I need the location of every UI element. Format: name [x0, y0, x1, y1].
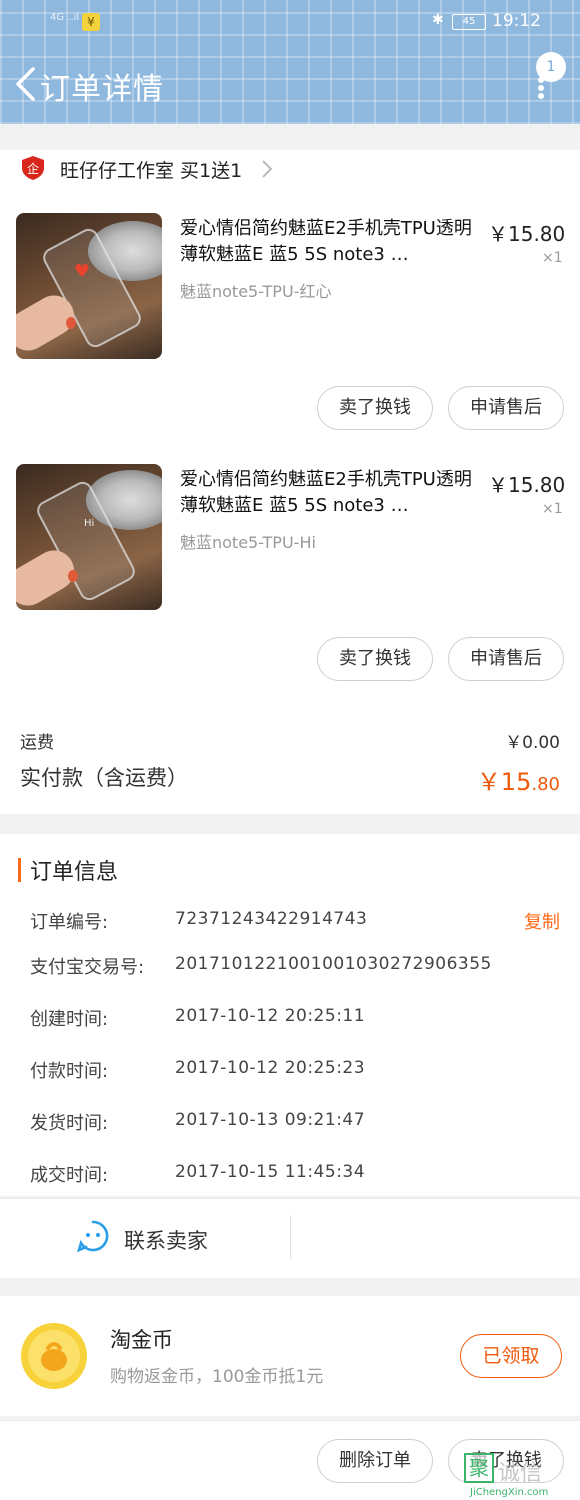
- shop-name[interactable]: 旺仔仔工作室 买1送1: [60, 156, 242, 183]
- created-time-value: 2017-10-12 20:25:11: [175, 1006, 366, 1026]
- fee-summary: 运费 ￥0.00 实付款（含运费） ￥15.80: [0, 704, 580, 814]
- shop-enterprise-icon: 企: [22, 156, 44, 180]
- product-price: ￥15.80: [488, 473, 566, 497]
- coin-description: 购物返金币，100金币抵1元: [110, 1367, 324, 1387]
- paid-label: 实付款（含运费）: [20, 766, 188, 790]
- alipay-trade-label: 支付宝交易号:: [30, 957, 145, 978]
- paid-amount: ￥15.80: [477, 762, 560, 797]
- more-vertical-icon[interactable]: [532, 74, 550, 102]
- product-quantity: ×1: [542, 250, 563, 266]
- product-list: ♥ 爱心情侣简约魅蓝E2手机壳TPU透明薄软魅蓝E 蓝5 5S note3 … …: [0, 188, 580, 704]
- sell-for-cash-button[interactable]: 卖了换钱: [317, 386, 433, 430]
- divider: [290, 1215, 291, 1259]
- shipping-label: 运费: [20, 733, 54, 753]
- contact-seller-button[interactable]: 联系卖家: [124, 1225, 208, 1255]
- coin-title: 淘金币: [110, 1328, 173, 1352]
- header: 4G ..ıl ¥ ✱ 45 19:12 订单详情 1: [0, 0, 580, 124]
- chevron-right-icon: [262, 160, 273, 178]
- after-sale-button[interactable]: 申请售后: [448, 637, 564, 681]
- product-title[interactable]: 爱心情侣简约魅蓝E2手机壳TPU透明薄软魅蓝E 蓝5 5S note3 …: [180, 216, 476, 268]
- bluetooth-icon: ✱: [432, 12, 444, 28]
- yen-notification-icon: ¥: [82, 13, 100, 31]
- status-time: 19:12: [492, 11, 541, 31]
- gold-coin-icon: [21, 1323, 87, 1389]
- product-sku: 魅蓝note5-TPU-红心: [180, 282, 332, 301]
- shop-row[interactable]: 企 旺仔仔工作室 买1送1: [0, 150, 580, 188]
- product-image[interactable]: Hi: [16, 464, 162, 610]
- product-price: ￥15.80: [488, 222, 566, 246]
- created-time-label: 创建时间:: [30, 1009, 109, 1030]
- product-quantity: ×1: [542, 501, 563, 517]
- chat-face-icon[interactable]: [76, 1219, 110, 1253]
- shipped-time-value: 2017-10-13 09:21:47: [175, 1110, 366, 1130]
- product-sku: 魅蓝note5-TPU-Hi: [180, 533, 316, 552]
- product-title[interactable]: 爱心情侣简约魅蓝E2手机壳TPU透明薄软魅蓝E 蓝5 5S note3 …: [180, 467, 476, 519]
- sell-for-cash-button[interactable]: 卖了换钱: [317, 637, 433, 681]
- order-number-value: 72371243422914743: [175, 909, 368, 929]
- page-title: 订单详情: [40, 72, 164, 107]
- shipping-value: ￥0.00: [505, 733, 560, 753]
- watermark-text: 诚信: [498, 1461, 543, 1486]
- signal-indicator: 4G ..ıl: [50, 12, 80, 23]
- taobao-coin-card: 淘金币 购物返金币，100金币抵1元 已领取: [0, 1296, 580, 1416]
- contact-seller-bar: 联系卖家: [0, 1198, 580, 1278]
- shipped-time-label: 发货时间:: [30, 1113, 109, 1134]
- order-number-label: 订单编号:: [30, 912, 109, 933]
- completed-time-label: 成交时间:: [30, 1165, 109, 1186]
- product-image[interactable]: ♥: [16, 213, 162, 359]
- watermark-logo-icon: 聚: [464, 1453, 494, 1483]
- bottom-action-bar: 删除订单 卖了换钱 聚 诚信 JiChengXin.com: [0, 1420, 580, 1500]
- claimed-button[interactable]: 已领取: [460, 1334, 562, 1378]
- section-title: 订单信息: [30, 860, 119, 885]
- svg-text:企: 企: [27, 161, 39, 176]
- delete-order-button[interactable]: 删除订单: [317, 1439, 433, 1483]
- status-bar: 4G ..ıl ¥ ✱ 45 19:12: [0, 0, 580, 44]
- section-accent-bar: [18, 858, 21, 882]
- after-sale-button[interactable]: 申请售后: [448, 386, 564, 430]
- battery-icon: 45: [452, 14, 486, 30]
- site-watermark: 聚 诚信 JiChengXin.com: [462, 1451, 578, 1500]
- back-arrow-icon[interactable]: [14, 66, 36, 102]
- paid-time-value: 2017-10-12 20:25:23: [175, 1058, 366, 1078]
- alipay-trade-value: 2017101221001001030272906355: [175, 954, 492, 974]
- paid-time-label: 付款时间:: [30, 1061, 109, 1082]
- copy-button[interactable]: 复制: [524, 908, 560, 934]
- completed-time-value: 2017-10-15 11:45:34: [175, 1162, 366, 1182]
- watermark-url: JiChengXin.com: [470, 1487, 549, 1498]
- paid-amount-decimal: .80: [531, 774, 560, 795]
- paid-amount-int: ￥15: [476, 768, 532, 796]
- order-info: 订单信息 订单编号: 72371243422914743 复制 支付宝交易号: …: [0, 834, 580, 1196]
